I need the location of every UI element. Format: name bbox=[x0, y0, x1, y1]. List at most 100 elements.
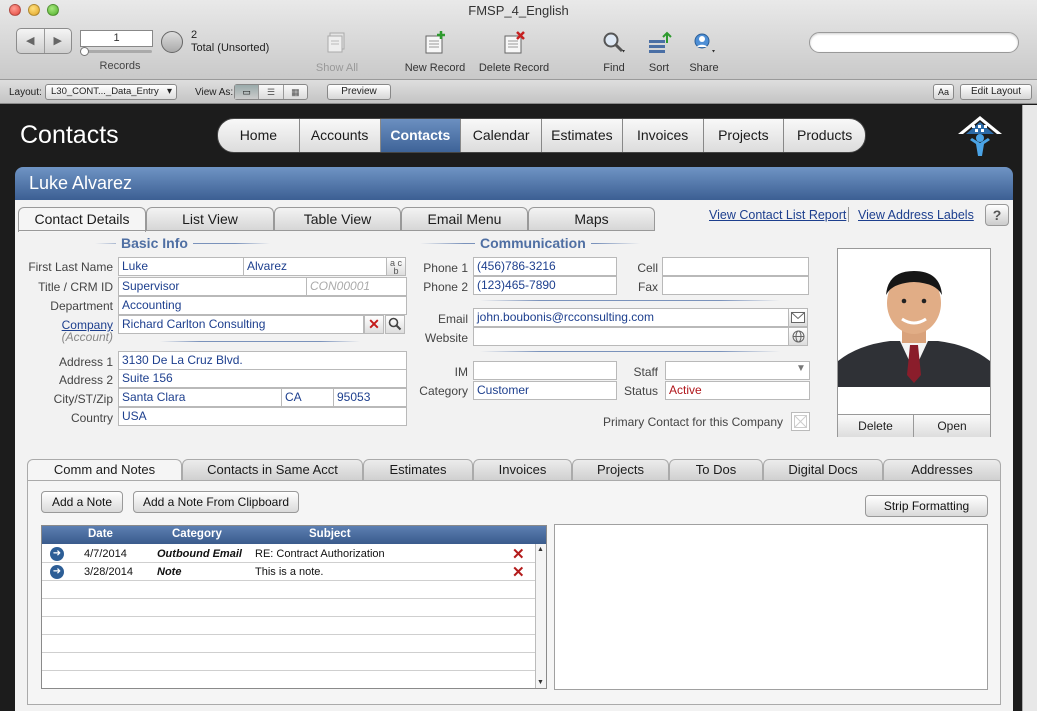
tab-list-view[interactable]: List View bbox=[146, 207, 274, 231]
staff-dropdown[interactable] bbox=[665, 361, 810, 380]
tab-projects[interactable]: Projects bbox=[572, 459, 669, 480]
im-label: IM bbox=[454, 365, 468, 379]
send-email-icon[interactable] bbox=[788, 308, 808, 327]
fax-field[interactable] bbox=[662, 276, 809, 295]
nav-estimates[interactable]: Estimates bbox=[541, 119, 622, 152]
new-record-button[interactable]: New Record bbox=[403, 30, 467, 74]
record-navigation[interactable]: ◀ ▶ bbox=[16, 28, 72, 54]
nav-projects[interactable]: Projects bbox=[702, 119, 784, 152]
text-formatting-button[interactable]: Aa bbox=[933, 84, 954, 100]
column-subject[interactable]: Subject bbox=[309, 528, 351, 540]
show-all-button[interactable]: Show All bbox=[312, 30, 362, 74]
nav-home[interactable]: Home bbox=[218, 119, 299, 152]
tab-to-dos[interactable]: To Dos bbox=[669, 459, 763, 480]
add-note-button[interactable]: Add a Note bbox=[41, 491, 123, 513]
tab-estimates[interactable]: Estimates bbox=[363, 459, 473, 480]
zip-field[interactable]: 95053 bbox=[333, 388, 407, 407]
nav-invoices[interactable]: Invoices bbox=[621, 119, 703, 152]
nav-products[interactable]: Products bbox=[783, 119, 865, 152]
phone1-field[interactable]: (456)786-3216 bbox=[473, 257, 617, 276]
tab-email-menu[interactable]: Email Menu bbox=[401, 207, 528, 231]
nav-accounts[interactable]: Accounts bbox=[298, 119, 380, 152]
record-slider[interactable] bbox=[80, 50, 152, 53]
delete-note-icon[interactable]: ✕ bbox=[512, 563, 525, 581]
window-title: FMSP_4_English bbox=[468, 3, 569, 18]
table-view-icon[interactable]: ▦ bbox=[282, 85, 307, 99]
clear-company-icon[interactable]: ✕ bbox=[364, 315, 384, 334]
tab-underline bbox=[18, 230, 655, 231]
note-detail-textarea[interactable] bbox=[554, 524, 988, 690]
category-field[interactable]: Customer bbox=[473, 381, 617, 400]
help-button[interactable]: ? bbox=[985, 204, 1009, 226]
last-name-field[interactable]: Alvarez bbox=[243, 257, 387, 276]
tab-table-view[interactable]: Table View bbox=[274, 207, 401, 231]
spell-check-icon[interactable]: a cb bbox=[386, 257, 406, 276]
im-field[interactable] bbox=[473, 361, 617, 380]
first-name-field[interactable]: Luke bbox=[118, 257, 244, 276]
go-to-note-icon[interactable]: ➜ bbox=[50, 547, 64, 561]
delete-photo-button[interactable]: Delete bbox=[838, 414, 914, 437]
state-field[interactable]: CA bbox=[281, 388, 334, 407]
record-slider-thumb[interactable] bbox=[80, 47, 89, 56]
address2-label: Address 2 bbox=[58, 373, 113, 387]
phone2-field[interactable]: (123)465-7890 bbox=[473, 276, 617, 295]
tab-contact-details[interactable]: Contact Details bbox=[18, 207, 146, 232]
list-view-icon[interactable]: ☰ bbox=[258, 85, 282, 99]
table-row[interactable]: ➜ 3/28/2014 Note This is a note. ✕ bbox=[42, 563, 535, 581]
previous-record-icon[interactable]: ◀ bbox=[17, 29, 44, 53]
form-view-icon[interactable]: ▭ bbox=[235, 85, 259, 99]
delete-note-icon[interactable]: ✕ bbox=[512, 545, 525, 563]
contact-photo[interactable] bbox=[838, 249, 990, 387]
view-contact-list-report-link[interactable]: View Contact List Report bbox=[709, 208, 846, 222]
column-date[interactable]: Date bbox=[88, 528, 113, 540]
company-field[interactable]: Richard Carlton Consulting bbox=[118, 315, 364, 334]
status-field[interactable]: Active bbox=[665, 381, 810, 400]
city-field[interactable]: Santa Clara bbox=[118, 388, 282, 407]
vertical-scrollbar[interactable] bbox=[1022, 105, 1037, 711]
search-input[interactable] bbox=[809, 32, 1019, 53]
preview-button[interactable]: Preview bbox=[327, 84, 391, 100]
next-record-icon[interactable]: ▶ bbox=[43, 29, 72, 53]
record-name-bar bbox=[15, 167, 1013, 200]
job-title-field[interactable]: Supervisor bbox=[118, 277, 307, 296]
go-to-note-icon[interactable]: ➜ bbox=[50, 565, 64, 579]
email-field[interactable]: john.boubonis@rcconsulting.com bbox=[473, 308, 789, 327]
address2-field[interactable]: Suite 156 bbox=[118, 369, 407, 388]
edit-layout-button[interactable]: Edit Layout bbox=[960, 84, 1032, 100]
tab-contacts-in-same-acct[interactable]: Contacts in Same Acct bbox=[182, 459, 363, 480]
tab-invoices[interactable]: Invoices bbox=[473, 459, 572, 480]
tab-comm-and-notes[interactable]: Comm and Notes bbox=[27, 459, 182, 480]
nav-calendar[interactable]: Calendar bbox=[460, 119, 541, 152]
basic-info-title: Basic Info bbox=[116, 235, 193, 251]
country-field[interactable]: USA bbox=[118, 407, 407, 426]
layout-select[interactable]: L30_CONT..._Data_Entry bbox=[45, 84, 177, 100]
tab-maps[interactable]: Maps bbox=[528, 207, 655, 231]
delete-record-button[interactable]: Delete Record bbox=[476, 30, 552, 74]
company-search-icon[interactable] bbox=[385, 315, 405, 334]
nav-contacts[interactable]: Contacts bbox=[379, 119, 461, 152]
country-label: Country bbox=[70, 411, 113, 425]
tab-digital-docs[interactable]: Digital Docs bbox=[763, 459, 883, 480]
tab-addresses[interactable]: Addresses bbox=[883, 459, 1001, 480]
find-button[interactable]: Find bbox=[598, 30, 630, 74]
strip-formatting-button[interactable]: Strip Formatting bbox=[865, 495, 988, 517]
scroll-down-icon[interactable]: ▼ bbox=[537, 679, 544, 686]
sort-button[interactable]: Sort bbox=[643, 30, 675, 74]
column-category[interactable]: Category bbox=[172, 528, 222, 540]
add-note-from-clipboard-button[interactable]: Add a Note From Clipboard bbox=[133, 491, 299, 513]
address1-field[interactable]: 3130 De La Cruz Blvd. bbox=[118, 351, 407, 370]
current-record-input[interactable]: 1 bbox=[80, 30, 153, 47]
cell-field[interactable] bbox=[662, 257, 809, 276]
contact-name-heading: Luke Alvarez bbox=[29, 173, 133, 193]
open-photo-button[interactable]: Open bbox=[914, 414, 990, 437]
view-address-labels-link[interactable]: View Address Labels bbox=[858, 208, 974, 222]
portal-scrollbar[interactable]: ▲ ▼ bbox=[535, 544, 546, 688]
found-total-label[interactable]: Total (Unsorted) bbox=[191, 42, 269, 54]
share-button[interactable]: Share bbox=[688, 30, 720, 74]
department-field[interactable]: Accounting bbox=[118, 296, 407, 315]
globe-icon[interactable] bbox=[788, 327, 808, 346]
website-field[interactable] bbox=[473, 327, 789, 346]
table-row[interactable]: ➜ 4/7/2014 Outbound Email RE: Contract A… bbox=[42, 545, 535, 563]
primary-contact-checkbox[interactable] bbox=[791, 412, 810, 431]
scroll-up-icon[interactable]: ▲ bbox=[537, 546, 544, 553]
